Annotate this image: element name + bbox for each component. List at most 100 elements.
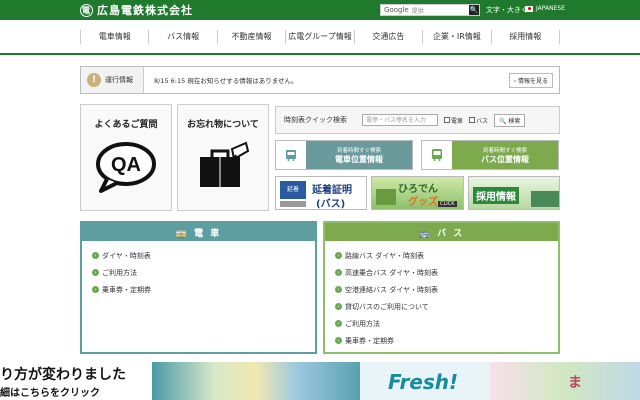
tram-link-label: ダイヤ・時刻表 <box>102 251 151 260</box>
bus-locator-sub: 到着時間すぐ検索 <box>482 147 527 154</box>
nav-item-ads[interactable]: 交通広告 <box>353 30 422 44</box>
site-logo[interactable]: 電 広島電鉄株式会社 <box>80 3 193 17</box>
tram-panel: 🚋 電 車 › ダイヤ・時刻表 › ご利用方法 › 乗車券・定期券 <box>80 221 317 354</box>
tram-icon <box>276 141 306 169</box>
logo-text: 広島電鉄株式会社 <box>97 4 193 17</box>
arrow-circle-icon: › <box>335 337 342 344</box>
tram-link-label: ご利用方法 <box>102 268 137 277</box>
bus-link-label: 空港連絡バス ダイヤ・時刻表 <box>345 285 439 294</box>
bus-link-airport[interactable]: › 空港連絡バス ダイヤ・時刻表 <box>335 281 548 298</box>
goods-banner[interactable]: ひろでん グッズ CLICK <box>371 176 464 210</box>
site-search: Google 提供 🔍 <box>380 4 480 16</box>
tram-location-button[interactable]: 到着時間すぐ検索 電車位置情報 <box>275 140 413 170</box>
bus-icon <box>422 141 452 169</box>
certificate-badge: 延着 <box>280 181 306 199</box>
bus-link-label: ご利用方法 <box>345 319 380 328</box>
bus-locator-title: バス位置情報 <box>481 154 529 164</box>
bus-link-list: › 路線バス ダイヤ・時刻表 › 高速乗合バス ダイヤ・時刻表 › 空港連絡バス ダイ… <box>325 241 558 355</box>
arrow-circle-icon: › <box>335 252 342 259</box>
bus-location-button[interactable]: 到着時間すぐ検索 バス位置情報 <box>421 140 559 170</box>
tram-checkbox[interactable]: 電車 <box>444 116 463 125</box>
nav-item-bus[interactable]: バス情報 <box>148 30 216 44</box>
slide-photo[interactable] <box>152 362 360 400</box>
tram-link-timetable[interactable]: › ダイヤ・時刻表 <box>92 247 305 264</box>
arrow-circle-icon: › <box>92 252 99 259</box>
bus-link-label: 高速乗合バス ダイヤ・時刻表 <box>345 268 439 277</box>
nav-item-real-estate[interactable]: 不動産情報 <box>216 30 285 44</box>
stop-name-input[interactable]: 電停・バス停名を入力 <box>362 114 438 126</box>
bus-link-highway[interactable]: › 高速乗合バス ダイヤ・時刻表 <box>335 264 548 281</box>
recruit-banner[interactable]: 採用情報 <box>468 176 560 210</box>
checkbox-icon <box>444 117 450 123</box>
bus-link-charter[interactable]: › 貸切バスのご利用について <box>335 298 548 315</box>
lost-item-title: お忘れ物について <box>187 120 259 130</box>
search-input[interactable]: 提供 <box>412 6 469 15</box>
operation-info: ! 運行情報 8/15 6:15 現在お知らせする情報はありません。 › 情報を… <box>80 66 560 94</box>
bus-link-usage[interactable]: › ご利用方法 <box>335 315 548 332</box>
arrow-circle-icon: › <box>335 303 342 310</box>
search-button[interactable]: 🔍 <box>469 5 479 15</box>
arrow-circle-icon: › <box>92 286 99 293</box>
slide-seasonal-text: ま <box>568 375 582 391</box>
arrow-circle-icon: › <box>335 320 342 327</box>
bus-link-label: 乗車券・定期券 <box>345 336 394 345</box>
recruit-title: 採用情報 <box>473 187 519 204</box>
tram-link-list: › ダイヤ・時刻表 › ご利用方法 › 乗車券・定期券 <box>82 241 315 304</box>
tram-locator-title: 電車位置情報 <box>335 154 383 164</box>
tram-link-usage[interactable]: › ご利用方法 <box>92 264 305 281</box>
qa-text: QA <box>111 154 141 176</box>
slide-notice[interactable]: り方が変わりました 細はこちらをクリック <box>0 362 152 400</box>
search-engine-label: Google <box>384 6 409 14</box>
tram-link-tickets[interactable]: › 乗車券・定期券 <box>92 281 305 298</box>
tram-link-label: 乗車券・定期券 <box>102 285 151 294</box>
train-photo-icon <box>531 191 559 207</box>
tram-illustration-icon <box>376 189 396 205</box>
bus-link-label: 貸切バスのご利用について <box>345 302 429 311</box>
faq-title: よくあるご質問 <box>94 120 158 130</box>
monitor-stand-icon <box>280 201 306 207</box>
tram-checkbox-label: 電車 <box>451 117 464 125</box>
language-link[interactable]: JAPANESE <box>525 5 565 12</box>
timetable-quick-search: 時刻表クイック検索 電停・バス停名を入力 電車 バス 🔍 検索 <box>275 106 560 134</box>
timetable-search-label: 時刻表クイック検索 <box>284 116 347 124</box>
bus-link-label: 路線バス ダイヤ・時刻表 <box>345 251 425 260</box>
alert-icon: ! <box>87 73 101 87</box>
bus-link-route[interactable]: › 路線バス ダイヤ・時刻表 <box>335 247 548 264</box>
briefcase-icon <box>200 141 250 187</box>
qa-bubble-icon: QA <box>96 142 156 193</box>
operation-more-button[interactable]: › 情報を見る <box>508 73 553 88</box>
font-size-link[interactable]: 文字・大きく <box>486 5 528 15</box>
slide-fresh[interactable]: Fresh! <box>360 362 490 400</box>
nav-item-group[interactable]: 広電グループ情報 <box>285 30 353 44</box>
nav-item-tram[interactable]: 電車情報 <box>80 30 148 44</box>
bus-checkbox-label: バス <box>476 117 489 125</box>
arrow-circle-icon: › <box>335 286 342 293</box>
slide-fresh-text: Fresh! <box>388 370 459 394</box>
certificate-title: 延着証明 <box>312 185 352 196</box>
timetable-search-button[interactable]: 🔍 検索 <box>494 113 526 127</box>
japan-flag-icon <box>525 5 533 12</box>
bus-checkbox[interactable]: バス <box>469 116 488 125</box>
logo-mark-icon: 電 <box>80 3 93 17</box>
nav-divider <box>0 53 640 55</box>
bus-link-tickets[interactable]: › 乗車券・定期券 <box>335 332 548 349</box>
operation-label: 運行情報 <box>105 76 133 84</box>
nav-item-ir[interactable]: 企業・IR情報 <box>422 30 490 44</box>
arrow-circle-icon: › <box>92 269 99 276</box>
bus-panel-header: 🚌 バ ス <box>325 223 558 241</box>
delay-certificate-banner[interactable]: 延着 延着証明 (バス) <box>275 176 367 210</box>
site-header: 電 広島電鉄株式会社 Google 提供 🔍 文字・大きく JAPANESE <box>0 0 640 20</box>
language-label: JAPANESE <box>536 5 565 12</box>
goods-sub: グッズ <box>408 197 438 208</box>
main-nav: 電車情報 バス情報 不動産情報 広電グループ情報 交通広告 企業・IR情報 採用… <box>80 24 560 50</box>
faq-card[interactable]: よくあるご質問 QA <box>80 104 172 211</box>
arrow-circle-icon: › <box>335 269 342 276</box>
slide-seasonal[interactable]: ま <box>490 362 640 400</box>
operation-message: 8/15 6:15 現在お知らせする情報はありません。 <box>143 67 559 93</box>
slide-notice-line2: 細はこちらをクリック <box>0 388 100 399</box>
slide-notice-line1: り方が変わりました <box>0 367 126 383</box>
lost-item-card[interactable]: お忘れ物について <box>177 104 269 211</box>
certificate-sub: (バス) <box>316 199 346 210</box>
nav-item-recruit[interactable]: 採用情報 <box>490 30 560 44</box>
tram-locator-sub: 到着時間すぐ検索 <box>336 147 381 154</box>
